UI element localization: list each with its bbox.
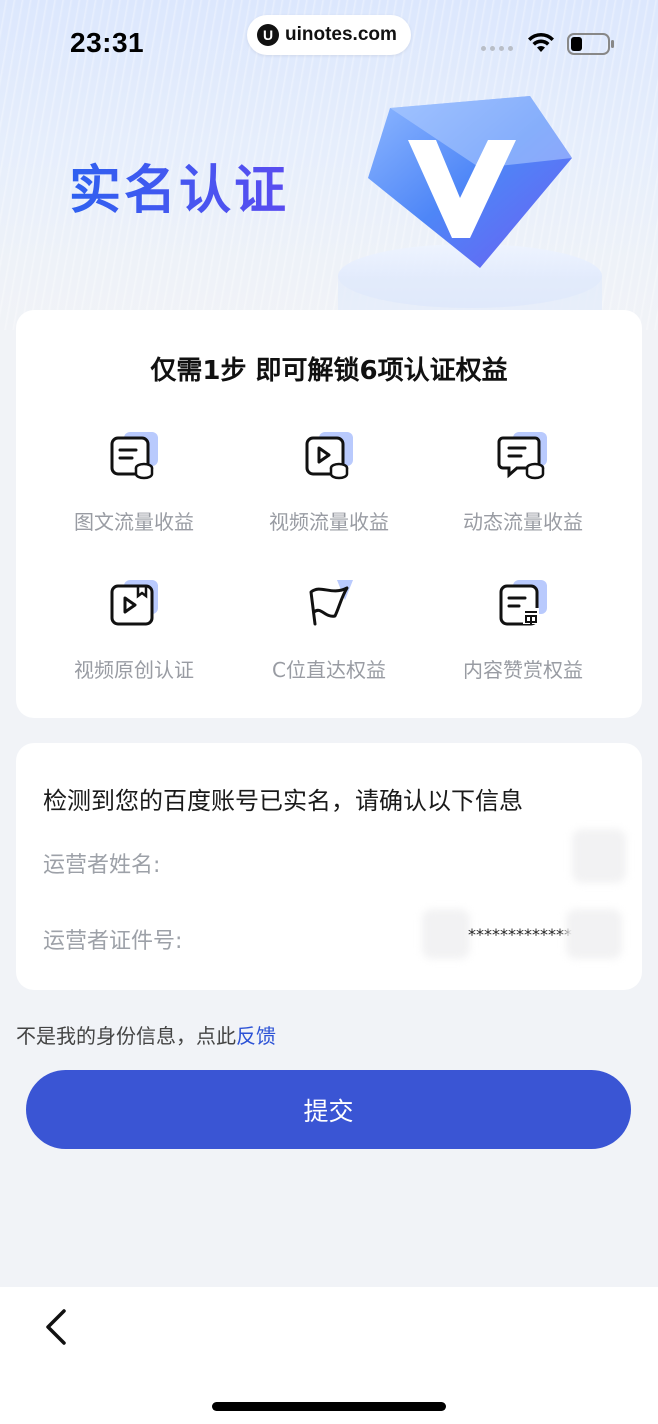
feedback-text: 不是我的身份信息，点此	[16, 1024, 236, 1048]
flag-icon	[309, 580, 353, 626]
benefit-item-video-traffic[interactable]: 视频流量收益	[229, 430, 429, 550]
home-indicator[interactable]	[212, 1402, 446, 1411]
benefit-item-article-traffic[interactable]: 图文流量收益	[34, 430, 234, 550]
operator-id-value: *************	[468, 925, 572, 944]
status-bar: 23:31 U uinotes.com	[0, 0, 658, 86]
submit-button[interactable]: 提交	[26, 1070, 631, 1149]
url-text: uinotes.com	[285, 24, 397, 45]
benefit-label: 图文流量收益	[74, 510, 194, 534]
info-heading: 检测到您的百度账号已实名，请确认以下信息	[43, 787, 523, 815]
benefit-item-video-original[interactable]: 视频原创认证	[34, 578, 234, 698]
status-time: 23:31	[70, 27, 145, 58]
benefit-item-content-reward[interactable]: 内容赞赏权益	[423, 578, 623, 698]
cellular-signal-icon	[481, 46, 513, 51]
operator-id-mask-left	[422, 909, 470, 959]
benefit-item-feed-traffic[interactable]: 动态流量收益	[423, 430, 623, 550]
video-bookmark-icon	[110, 580, 158, 626]
back-chevron-icon[interactable]	[38, 1305, 74, 1349]
chat-coins-icon	[497, 432, 547, 480]
operator-name-label: 运营者姓名:	[43, 853, 161, 878]
benefit-item-c-position[interactable]: C位直达权益	[229, 578, 429, 698]
battery-icon	[567, 33, 614, 55]
article-coins-icon	[110, 432, 158, 480]
benefits-title: 仅需1步 即可解锁6项认证权益	[150, 356, 508, 386]
site-logo-icon: U	[257, 24, 279, 46]
benefit-label: 内容赞赏权益	[463, 658, 583, 682]
reward-doc-icon	[499, 580, 547, 626]
benefits-card: 仅需1步 即可解锁6项认证权益 图文流量收益 视频流量收益 动态流量收益 视频原…	[16, 310, 642, 718]
url-pill[interactable]: U uinotes.com	[247, 15, 411, 55]
benefit-label: 视频原创认证	[74, 658, 194, 682]
operator-name-value-masked	[572, 829, 626, 883]
identity-info-card: 检测到您的百度账号已实名，请确认以下信息 运营者姓名: 运营者证件号: ****…	[16, 743, 642, 990]
benefit-label: C位直达权益	[272, 658, 386, 682]
verified-v-badge-icon	[338, 96, 602, 318]
page-title: 实名认证	[69, 148, 289, 223]
feedback-link[interactable]: 反馈	[236, 1024, 276, 1048]
benefit-label: 视频流量收益	[269, 510, 389, 534]
operator-id-mask-right	[566, 909, 622, 959]
operator-id-label: 运营者证件号:	[43, 929, 183, 954]
wifi-icon	[528, 32, 554, 52]
benefit-label: 动态流量收益	[463, 510, 583, 534]
feedback-line: 不是我的身份信息，点此反馈	[16, 1020, 276, 1049]
video-coins-icon	[305, 432, 353, 480]
